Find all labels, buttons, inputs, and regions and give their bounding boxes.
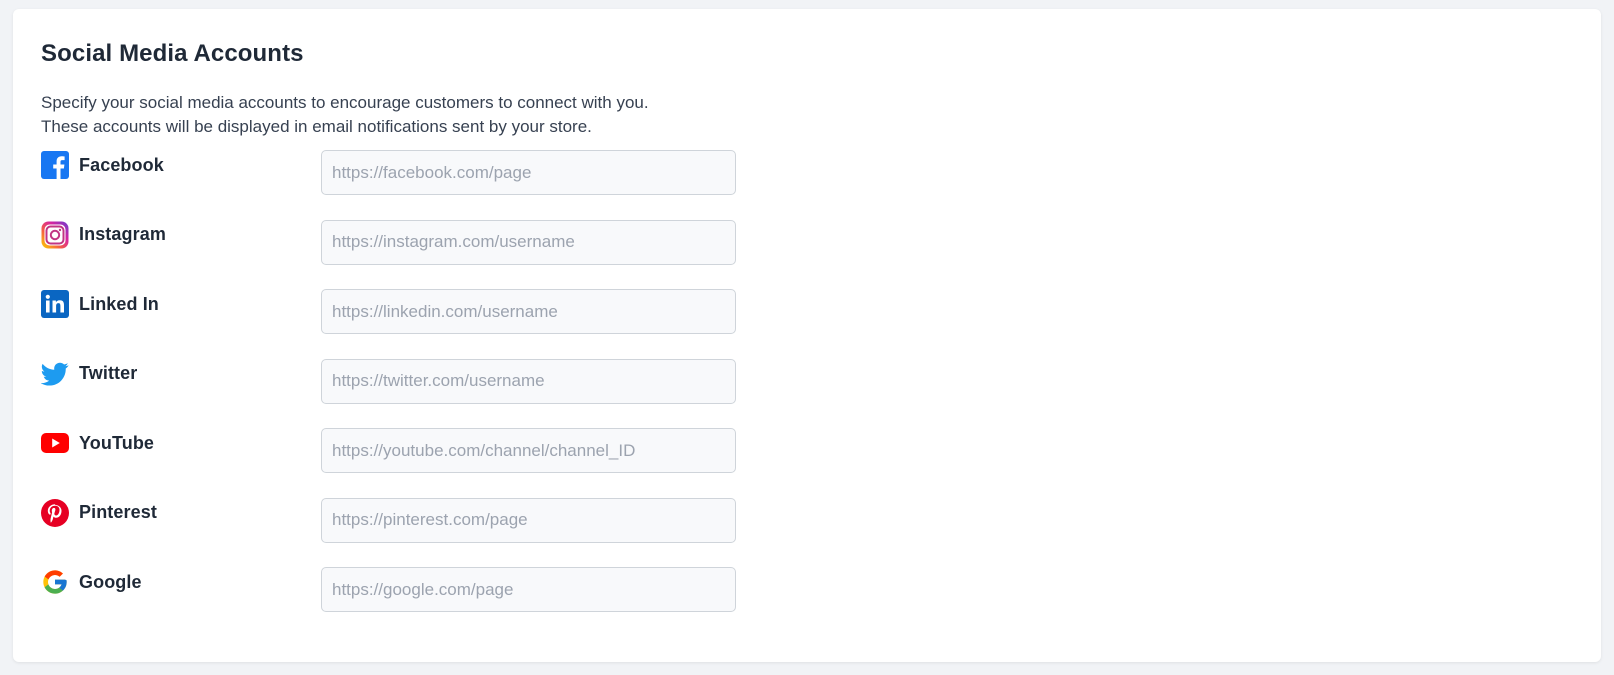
account-row-facebook: Facebook: [41, 149, 1573, 219]
instagram-url-input[interactable]: [321, 219, 736, 265]
section-description: Specify your social media accounts to en…: [41, 91, 1573, 139]
account-row-twitter: Twitter: [41, 358, 1573, 428]
account-row-youtube: YouTube: [41, 427, 1573, 497]
account-label: Google: [79, 571, 142, 592]
account-row-pinterest: Pinterest: [41, 497, 1573, 567]
description-line-1: Specify your social media accounts to en…: [41, 93, 649, 112]
account-label: Twitter: [79, 363, 138, 383]
google-icon: [41, 568, 69, 596]
twitter-icon: [41, 360, 69, 388]
account-row-instagram: Instagram: [41, 219, 1573, 289]
social-accounts-list: Facebook https://facebook.com/page Insta…: [41, 149, 1573, 636]
instagram-icon: [41, 221, 69, 249]
account-row-linkedin: Linked In: [41, 288, 1573, 358]
facebook-url-input[interactable]: [321, 150, 736, 195]
twitter-url-input[interactable]: [321, 358, 736, 404]
pinterest-icon: [41, 498, 69, 527]
linkedin-icon: [41, 290, 69, 318]
account-row-google: Google: [41, 566, 1573, 636]
account-label: Facebook: [79, 154, 164, 175]
description-line-2: These accounts will be displayed in emai…: [41, 117, 592, 136]
section-title: Social Media Accounts: [41, 40, 304, 67]
account-label: YouTube: [79, 432, 155, 453]
google-url-input[interactable]: [321, 567, 736, 612]
pinterest-url-input[interactable]: [321, 497, 736, 543]
linkedin-url-input[interactable]: [321, 289, 736, 334]
social-media-accounts-card: Social Media Accounts Specify your socia…: [13, 9, 1601, 662]
account-label: Instagram: [79, 224, 166, 244]
facebook-icon: [41, 151, 69, 179]
youtube-icon: [41, 429, 69, 457]
youtube-url-input[interactable]: [321, 428, 736, 473]
account-label: Linked In: [79, 293, 159, 314]
account-label: Pinterest: [79, 502, 157, 522]
